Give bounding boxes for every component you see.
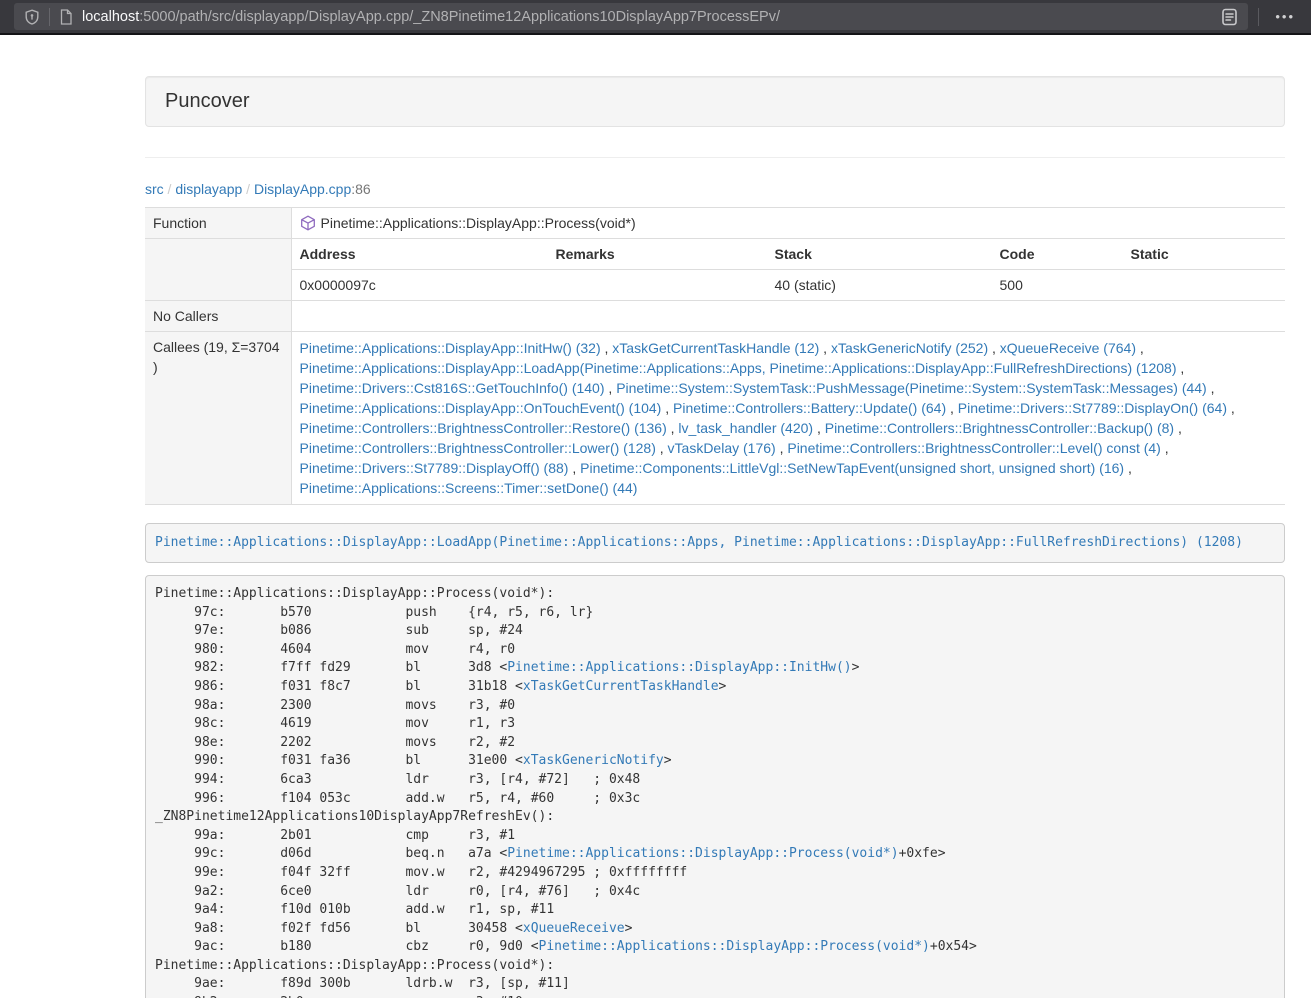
breadcrumb: src / displayapp / DisplayApp.cpp:86	[145, 179, 1285, 199]
callee-link[interactable]: Pinetime::Controllers::BrightnessControl…	[787, 440, 1160, 456]
address-value: 0x0000097c	[292, 270, 548, 301]
breadcrumb-link[interactable]: src	[145, 181, 164, 197]
url-text[interactable]: localhost:5000/path/src/displayapp/Displ…	[82, 9, 1221, 25]
code-value: 500	[992, 270, 1123, 301]
breadcrumb-separator: /	[242, 181, 254, 197]
urlbar-separator	[49, 8, 50, 26]
reader-mode-icon[interactable]	[1221, 8, 1238, 26]
callees-label: Callees (19, Σ=3704 )	[145, 332, 291, 505]
caller-banner-link[interactable]: Pinetime::Applications::DisplayApp::Load…	[155, 535, 1243, 550]
table-row-function: Function Pinetime::Applications::Display…	[145, 208, 1285, 239]
callee-link[interactable]: Pinetime::Applications::Screens::Timer::…	[300, 480, 638, 496]
table-row-details: Address Remarks Stack Code Static 0x0000…	[145, 239, 1285, 301]
callee-link[interactable]: Pinetime::Controllers::BrightnessControl…	[300, 440, 656, 456]
callee-link[interactable]: Pinetime::Drivers::St7789::DisplayOn() (…	[958, 400, 1227, 416]
callee-link[interactable]: lv_task_handler (420)	[678, 420, 813, 436]
disassembly: Pinetime::Applications::DisplayApp::Proc…	[145, 575, 1285, 998]
callee-link[interactable]: Pinetime::Drivers::Cst816S::GetTouchInfo…	[300, 380, 605, 396]
caller-banner: Pinetime::Applications::DisplayApp::Load…	[145, 523, 1285, 563]
table-row-callees: Callees (19, Σ=3704 ) Pinetime::Applicat…	[145, 332, 1285, 505]
header-divider	[145, 157, 1285, 158]
details-header-row: Address Remarks Stack Code Static	[292, 239, 1286, 270]
page-title: Puncover	[165, 90, 250, 112]
remarks-value	[548, 270, 767, 301]
table-row-no-callers: No Callers	[145, 301, 1285, 332]
col-header-address: Address	[292, 239, 548, 270]
function-name-cell: Pinetime::Applications::DisplayApp::Proc…	[291, 208, 1285, 239]
url-input[interactable]: localhost:5000/path/src/displayapp/Displ…	[14, 3, 1248, 30]
col-header-stack: Stack	[767, 239, 992, 270]
toolbar-separator	[1258, 8, 1259, 26]
callee-link[interactable]: Pinetime::System::SystemTask::PushMessag…	[616, 380, 1207, 396]
browser-toolbar: localhost:5000/path/src/displayapp/Displ…	[0, 0, 1311, 35]
callee-link[interactable]: Pinetime::Drivers::St7789::DisplayOff() …	[300, 460, 569, 476]
disasm-symbol-link[interactable]: Pinetime::Applications::DisplayApp::Proc…	[539, 939, 930, 954]
app-header: Puncover	[145, 76, 1285, 127]
disasm-symbol-link[interactable]: xTaskGenericNotify	[523, 753, 664, 768]
disasm-symbol-link[interactable]: xTaskGetCurrentTaskHandle	[523, 679, 719, 694]
function-table: Function Pinetime::Applications::Display…	[145, 207, 1285, 505]
callee-link[interactable]: Pinetime::Applications::DisplayApp::Init…	[300, 340, 601, 356]
col-header-code: Code	[992, 239, 1123, 270]
disasm-symbol-link[interactable]: xQueueReceive	[523, 921, 625, 936]
menu-icon[interactable]: •••	[1269, 9, 1301, 24]
symbol-cube-icon	[300, 215, 316, 231]
callee-link[interactable]: xQueueReceive (764)	[1000, 340, 1136, 356]
function-row-label: Function	[145, 208, 291, 239]
disasm-symbol-link[interactable]: Pinetime::Applications::DisplayApp::Proc…	[507, 846, 898, 861]
breadcrumb-link[interactable]: DisplayApp.cpp	[254, 181, 351, 197]
shield-icon[interactable]	[24, 9, 40, 25]
stack-value: 40 (static)	[767, 270, 992, 301]
col-header-static: Static	[1123, 239, 1286, 270]
callee-link[interactable]: Pinetime::Controllers::BrightnessControl…	[825, 420, 1174, 436]
callee-link[interactable]: xTaskGenericNotify (252)	[831, 340, 988, 356]
disasm-symbol-link[interactable]: Pinetime::Applications::DisplayApp::Init…	[507, 660, 851, 675]
details-row-label	[145, 239, 291, 301]
callee-link[interactable]: Pinetime::Applications::DisplayApp::OnTo…	[300, 400, 662, 416]
no-callers-cell	[291, 301, 1285, 332]
callee-link[interactable]: vTaskDelay (176)	[668, 440, 776, 456]
function-name[interactable]: Pinetime::Applications::DisplayApp::Proc…	[321, 215, 636, 231]
breadcrumb-link[interactable]: displayapp	[175, 181, 242, 197]
details-value-row: 0x0000097c 40 (static) 500	[292, 270, 1286, 301]
callee-link[interactable]: Pinetime::Components::LittleVgl::SetNewT…	[580, 460, 1124, 476]
page-icon[interactable]	[59, 9, 73, 25]
callee-link[interactable]: xTaskGetCurrentTaskHandle (12)	[612, 340, 819, 356]
details-table: Address Remarks Stack Code Static 0x0000…	[292, 239, 1286, 300]
callees-list: Pinetime::Applications::DisplayApp::Init…	[291, 332, 1285, 505]
col-header-remarks: Remarks	[548, 239, 767, 270]
static-value	[1123, 270, 1286, 301]
page-content: Puncover src / displayapp / DisplayApp.c…	[145, 35, 1285, 998]
url-host: localhost	[82, 9, 139, 25]
callee-link[interactable]: Pinetime::Controllers::Battery::Update()…	[673, 400, 946, 416]
url-rest: :5000/path/src/displayapp/DisplayApp.cpp…	[139, 9, 780, 25]
breadcrumb-separator: /	[164, 181, 176, 197]
no-callers-label: No Callers	[145, 301, 291, 332]
callee-link[interactable]: Pinetime::Controllers::BrightnessControl…	[300, 420, 667, 436]
details-cell: Address Remarks Stack Code Static 0x0000…	[291, 239, 1285, 301]
callee-link[interactable]: Pinetime::Applications::DisplayApp::Load…	[300, 360, 1177, 376]
breadcrumb-line-number: :86	[351, 181, 370, 197]
